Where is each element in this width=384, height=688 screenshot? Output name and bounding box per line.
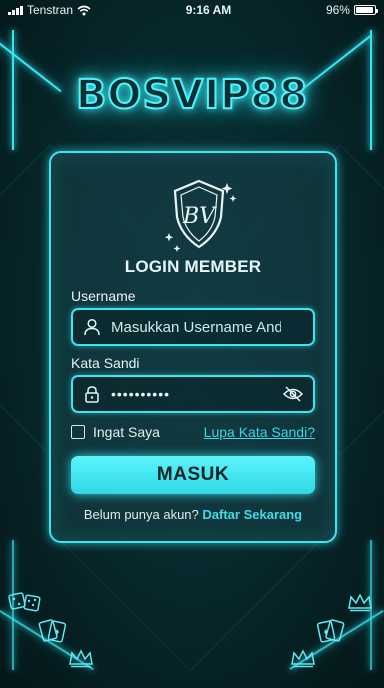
user-icon (84, 318, 100, 336)
eye-off-icon[interactable] (283, 386, 303, 402)
logo-monogram: BV (182, 204, 217, 229)
carrier-name: Tenstran (27, 3, 74, 17)
wifi-icon (77, 5, 91, 15)
register-link[interactable]: Daftar Sekarang (202, 507, 302, 522)
username-label: Username (71, 288, 136, 304)
remember-me[interactable]: Ingat Saya (71, 424, 160, 440)
crown-icon (291, 649, 315, 668)
status-bar-left: Tenstran (8, 3, 91, 17)
login-button[interactable]: MASUK (71, 456, 315, 494)
status-bar-right: 96% (325, 3, 378, 17)
login-title: LOGIN MEMBER (124, 257, 262, 276)
brand-title: BOSVIP88 (75, 71, 309, 119)
playing-cards-icon (316, 619, 345, 643)
battery-fill (355, 7, 374, 13)
dice-icon (8, 592, 41, 612)
password-input[interactable]: •••••••••• (111, 386, 170, 402)
battery-icon (353, 5, 378, 15)
signal-icon (8, 5, 23, 15)
register-prompt-text: Belum punya akun? (83, 507, 199, 522)
login-card: BV LOGIN MEMBER Username Kata Sandi (49, 151, 337, 543)
shield-logo-icon: BV (159, 173, 239, 253)
lock-icon (85, 386, 99, 403)
register-prompt: Belum punya akun? Daftar Sekarang (51, 507, 335, 522)
username-field[interactable] (71, 308, 315, 346)
password-field[interactable]: •••••••••• (71, 375, 315, 413)
username-input[interactable] (111, 318, 281, 336)
crown-icon (69, 649, 93, 668)
playing-cards-icon (38, 619, 67, 643)
battery-percent: 96% (325, 3, 350, 17)
login-screen: Tenstran 9:16 AM 96% BOSVIP88 BV LOGIN M… (0, 0, 384, 688)
remember-checkbox[interactable] (71, 425, 85, 439)
password-label: Kata Sandi (71, 355, 140, 371)
forgot-password-link[interactable]: Lupa Kata Sandi? (204, 424, 315, 440)
status-time: 9:16 AM (185, 3, 232, 17)
status-bar: Tenstran 9:16 AM 96% (0, 0, 384, 20)
remember-label: Ingat Saya (93, 424, 160, 440)
crown-icon (348, 593, 372, 612)
